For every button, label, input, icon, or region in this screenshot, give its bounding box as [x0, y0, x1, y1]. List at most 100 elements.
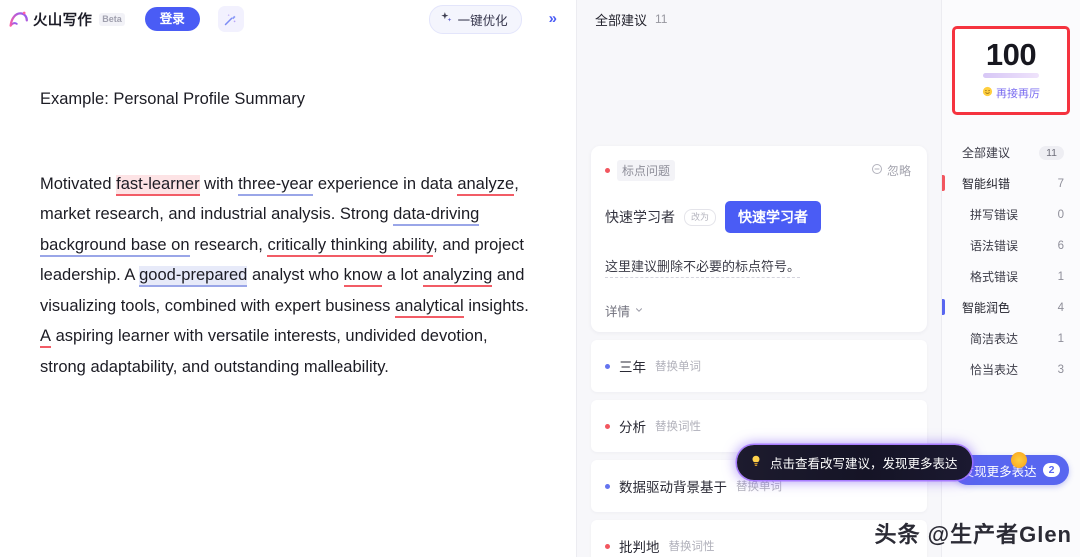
text-run-11: A: [124, 266, 135, 284]
sidebar-category-拼写错误[interactable]: 拼写错误 0: [942, 199, 1080, 230]
category-count: 11: [1039, 145, 1064, 160]
tooltip-text: 点击查看改写建议，发现更多表达: [770, 457, 958, 471]
severity-dot-icon: [605, 483, 610, 489]
category-count: 6: [1057, 239, 1064, 252]
editor-pane: 火山写作 Beta 登录 一键优化 » Example: Personal Pr…: [0, 0, 577, 557]
score-underline-decoration: [983, 73, 1039, 78]
sidebar-category-格式错误[interactable]: 格式错误 1: [942, 261, 1080, 292]
category-name: 格式错误: [970, 270, 1019, 284]
sidebar-category-智能润色[interactable]: 智能润色 4: [942, 292, 1080, 323]
replace-arrow-pill: 改为: [684, 208, 717, 226]
suggestions-pane: 全部建议 11 标点问题 忽略 快速学习者 改为 快速学习者 这里建议删除不必要…: [577, 0, 972, 557]
lightbulb-icon: [749, 454, 763, 471]
category-count: 1: [1057, 270, 1064, 283]
suggestion-item-kind: 替换词性: [655, 421, 701, 433]
ignore-circle-icon: [871, 163, 883, 178]
optimize-label: 一键优化: [457, 13, 508, 28]
suggestion-item-word: 批判地: [619, 540, 660, 555]
discover-highlight-dot-icon: [1011, 452, 1027, 468]
category-count: 0: [1057, 208, 1064, 221]
category-name: 全部建议: [962, 146, 1011, 160]
text-run-2: with: [199, 174, 239, 193]
text-annotation-17[interactable]: analyzing: [422, 266, 493, 287]
suggestions-list: 标点问题 忽略 快速学习者 改为 快速学习者 这里建议删除不必要的标点符号。 详…: [577, 146, 941, 557]
text-annotation-15[interactable]: know: [343, 266, 383, 287]
text-annotation-13[interactable]: good-prepared: [139, 266, 248, 287]
ignore-label: 忽略: [886, 164, 911, 178]
category-name: 语法错误: [970, 239, 1019, 253]
replacement-row: 快速学习者 改为 快速学习者: [605, 201, 911, 233]
discover-badge: 2: [1042, 463, 1061, 477]
text-annotation-3[interactable]: three-year: [238, 174, 314, 196]
suggestion-item-kind: 替换单词: [655, 361, 701, 373]
ignore-button[interactable]: 忽略: [871, 162, 911, 179]
magic-wand-icon[interactable]: [217, 6, 244, 32]
brand-name: 火山写作: [33, 12, 93, 29]
category-active-bar: [942, 175, 945, 191]
score-value: 100: [985, 37, 1037, 72]
category-count: 3: [1057, 363, 1064, 376]
severity-dot-icon: [605, 363, 610, 369]
suggestions-header: 全部建议 11: [577, 0, 941, 38]
severity-dot-icon: [605, 543, 610, 549]
document-paragraph[interactable]: Motivated fast-learner with three-year e…: [40, 169, 536, 383]
sidebar-category-智能纠错[interactable]: 智能纠错 7: [942, 168, 1080, 199]
text-run-22: aspiring learner with versatile interest…: [40, 327, 488, 376]
original-text: 快速学习者: [605, 209, 675, 225]
suggestion-item[interactable]: 三年 替换单词: [591, 340, 927, 392]
text-run-0: Motivated: [40, 174, 117, 193]
detail-toggle[interactable]: 详情: [605, 301, 911, 320]
suggestion-item-word: 分析: [619, 420, 646, 435]
watermark: 头条 @生产者Glen: [874, 522, 1072, 547]
apply-replacement-button[interactable]: 快速学习者: [725, 201, 822, 233]
text-annotation-5[interactable]: analyze: [457, 174, 515, 196]
smile-emoji-icon: [982, 86, 993, 100]
category-list: 全部建议 11 智能纠错 7 拼写错误 0 语法错误 6 格式错误 1 智能润色 4 简洁表达 1 恰当表达…: [942, 137, 1080, 385]
text-run-8: research,: [189, 235, 268, 254]
category-count: 4: [1057, 301, 1064, 314]
document-title: Example: Personal Profile Summary: [40, 90, 306, 108]
rewrite-hint-tooltip[interactable]: 点击查看改写建议，发现更多表达: [737, 445, 972, 480]
beta-badge: Beta: [99, 12, 125, 26]
document-editor[interactable]: Example: Personal Profile Summary Motiva…: [0, 38, 576, 382]
text-annotation-1[interactable]: fast-learner: [116, 174, 200, 196]
volcano-logo-icon: [8, 9, 29, 30]
suggestion-item-word: 三年: [619, 360, 646, 375]
score-caption-text: 再接再厉: [996, 88, 1040, 100]
category-count: 1: [1057, 332, 1064, 345]
category-name: 智能纠错: [962, 177, 1011, 191]
one-click-optimize-button[interactable]: 一键优化: [428, 4, 522, 34]
sidebar-category-全部建议[interactable]: 全部建议 11: [942, 137, 1080, 168]
score-card: 100 再接再厉: [952, 26, 1070, 115]
collapse-panel-button[interactable]: »: [544, 9, 562, 29]
category-name: 拼写错误: [970, 208, 1019, 222]
sidebar-category-简洁表达[interactable]: 简洁表达 1: [942, 323, 1080, 354]
category-count: 7: [1057, 177, 1064, 190]
suggestion-card-expanded[interactable]: 标点问题 忽略 快速学习者 改为 快速学习者 这里建议删除不必要的标点符号。 详…: [591, 146, 927, 332]
text-annotation-9[interactable]: critically thinking ability: [267, 235, 434, 257]
suggestion-item-kind: 替换词性: [668, 541, 715, 553]
suggestion-tag: 标点问题: [605, 160, 676, 181]
sparkle-icon: [440, 11, 453, 27]
login-button[interactable]: 登录: [144, 7, 200, 31]
suggestion-item-kind: 替换单词: [736, 481, 782, 493]
score-caption: 再接再厉: [955, 85, 1067, 101]
category-name: 恰当表达: [970, 363, 1019, 377]
sidebar-category-恰当表达[interactable]: 恰当表达 3: [942, 354, 1080, 385]
detail-label: 详情: [605, 305, 631, 319]
text-annotation-19[interactable]: analytical: [394, 296, 464, 318]
chevron-down-icon: [634, 304, 644, 318]
severity-dot-icon: [605, 423, 610, 429]
brand: 火山写作 Beta: [8, 9, 125, 30]
sidebar-category-语法错误[interactable]: 语法错误 6: [942, 230, 1080, 261]
category-name: 智能润色: [962, 301, 1011, 315]
suggestions-header-title: 全部建议: [595, 12, 648, 28]
suggestion-tag-label: 标点问题: [617, 160, 676, 181]
suggestion-card-header: 标点问题 忽略: [605, 160, 911, 181]
category-active-bar: [942, 299, 945, 315]
category-name: 简洁表达: [970, 332, 1019, 346]
text-run-14: analyst who: [247, 266, 344, 284]
text-annotation-21[interactable]: A: [40, 327, 52, 348]
top-toolbar: 火山写作 Beta 登录 一键优化 »: [0, 0, 576, 38]
severity-dot-icon: [605, 168, 610, 173]
